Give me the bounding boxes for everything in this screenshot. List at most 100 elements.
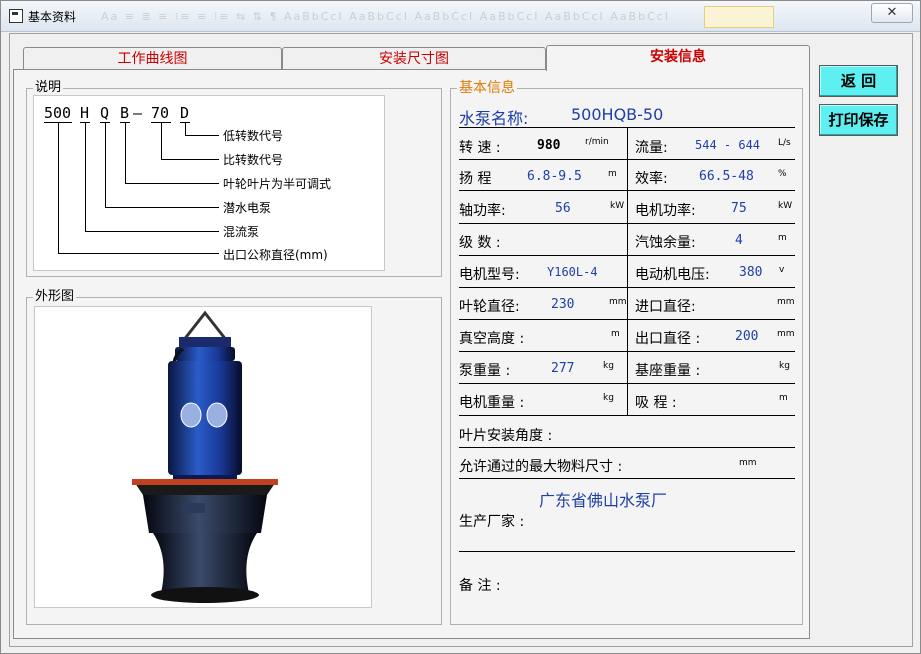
divider xyxy=(459,551,795,552)
max-particle-unit: mm xyxy=(739,458,757,468)
npsh-label: 汽蚀余量: xyxy=(635,235,696,251)
leader-d xyxy=(185,123,186,135)
leader-70-h xyxy=(161,159,219,160)
code-part-h: H xyxy=(80,104,90,122)
flow-label: 流量: xyxy=(635,140,668,156)
efficiency-label: 效率: xyxy=(635,171,668,187)
basic-info-title: 基本信息 xyxy=(457,80,517,96)
leader-500 xyxy=(58,123,59,253)
npsh-value: 4 xyxy=(735,233,743,248)
divider xyxy=(459,190,795,191)
leader-b-h xyxy=(125,183,219,184)
motor-weight-unit: kg xyxy=(603,393,614,403)
remark-label: 备 注 : xyxy=(459,578,501,594)
efficiency-unit: % xyxy=(778,169,787,179)
code-desc-outlet-diameter: 出口公称直径(mm) xyxy=(223,248,328,262)
close-button[interactable]: ✕ xyxy=(871,3,913,23)
suction-unit: m xyxy=(779,393,788,403)
divider xyxy=(459,447,795,448)
divider xyxy=(459,159,795,160)
pump-image xyxy=(34,306,372,608)
code-part-70: 70 xyxy=(151,104,170,122)
motor-model-value: Y160L-4 xyxy=(547,265,598,279)
explain-group: 说明 500 H Q B — 70 D 低转数代号 比转数代号 叶轮叶片为半可调… xyxy=(26,80,442,277)
vacuum-height-label: 真空高度 : xyxy=(459,331,525,347)
tab-install-dimensions[interactable]: 安装尺寸图 xyxy=(282,47,546,70)
speed-unit: r/min xyxy=(585,137,609,147)
divider xyxy=(459,351,795,352)
code-desc-submersible: 潜水电泵 xyxy=(223,201,272,215)
leader-h-h xyxy=(85,231,219,232)
inlet-diameter-unit: mm xyxy=(777,297,795,307)
impeller-diameter-unit: mm xyxy=(609,297,627,307)
app-icon xyxy=(9,9,23,23)
pump-weight-unit: kg xyxy=(603,361,614,371)
title-bar[interactable]: 基本资料 Aa ≡ ≣ ≡ ⁝≡ ≡ ⁝≡ ⇆ ⇅ ¶ AaBbCcI AaBb… xyxy=(1,1,920,32)
pump-weight-value: 277 xyxy=(551,361,575,376)
base-weight-unit: kg xyxy=(779,361,790,371)
code-desc-specific-speed: 比转数代号 xyxy=(223,153,284,167)
manufacturer-label: 生产厂家 : xyxy=(459,514,525,530)
head-value: 6.8-9.5 xyxy=(527,169,582,184)
npsh-unit: m xyxy=(778,233,787,243)
leader-500-h xyxy=(58,253,219,254)
divider xyxy=(459,383,795,384)
outlet-diameter-label: 出口直径 : xyxy=(635,331,701,347)
basic-info-group: 基本信息 水泵名称: 500HQB-50 转 速 : 980 r/min 流量:… xyxy=(450,80,803,625)
divider xyxy=(459,255,795,256)
code-part-b: B xyxy=(120,104,130,122)
code-part-500: 500 xyxy=(44,104,72,122)
divider xyxy=(459,478,795,479)
shaft-power-label: 轴功率: xyxy=(459,203,506,219)
head-label: 扬 程 xyxy=(459,171,492,187)
divider xyxy=(459,223,795,224)
motor-power-value: 75 xyxy=(731,201,747,216)
blade-angle-label: 叶片安装角度 : xyxy=(459,428,553,444)
code-desc-low-speed: 低转数代号 xyxy=(223,129,284,143)
divider xyxy=(459,319,795,320)
tab-work-curve[interactable]: 工作曲线图 xyxy=(23,47,282,70)
motor-voltage-value: 380 xyxy=(739,265,763,280)
divider xyxy=(459,287,795,288)
tab-install-info[interactable]: 安装信息 xyxy=(546,45,810,71)
motor-model-label: 电机型号: xyxy=(459,267,520,283)
column-divider xyxy=(627,128,628,415)
main-window: 基本资料 Aa ≡ ≣ ≡ ⁝≡ ≡ ⁝≡ ⇆ ⇅ ¶ AaBbCcI AaBb… xyxy=(0,0,921,654)
efficiency-value: 66.5-48 xyxy=(699,169,754,184)
code-desc-mixed-flow: 混流泵 xyxy=(223,225,260,239)
outlet-diameter-value: 200 xyxy=(735,329,759,344)
model-code-diagram: 500 H Q B — 70 D 低转数代号 比转数代号 叶轮叶片为半可调式 潜… xyxy=(33,95,385,271)
pump-illustration xyxy=(132,310,278,603)
flow-value: 544 - 644 xyxy=(695,138,761,152)
appearance-group: 外形图 xyxy=(26,289,442,625)
window-title: 基本资料 xyxy=(28,10,77,24)
leader-d-h xyxy=(185,135,219,136)
code-part-d: D xyxy=(180,104,190,122)
speed-value: 980 xyxy=(537,138,561,153)
background-ribbon-highlight xyxy=(704,6,774,28)
max-particle-label: 允许通过的最大物料尺寸 : xyxy=(459,459,623,475)
code-part-dash: — xyxy=(133,104,143,122)
impeller-diameter-value: 230 xyxy=(551,297,575,312)
suction-label: 吸 程 : xyxy=(635,395,677,411)
background-ribbon-ghost: Aa ≡ ≣ ≡ ⁝≡ ≡ ⁝≡ ⇆ ⇅ ¶ AaBbCcI AaBbCcI A… xyxy=(101,10,671,23)
motor-power-label: 电机功率: xyxy=(635,203,696,219)
motor-voltage-unit: v xyxy=(779,265,785,275)
back-button[interactable]: 返 回 xyxy=(819,65,898,97)
speed-label: 转 速 : xyxy=(459,140,501,156)
appearance-group-title: 外形图 xyxy=(33,289,77,305)
motor-power-unit: kW xyxy=(778,201,793,211)
code-part-q: Q xyxy=(100,104,110,122)
motor-voltage-label: 电动机电压: xyxy=(635,267,710,283)
print-save-button[interactable]: 打印保存 xyxy=(819,104,898,136)
flow-unit: L/s xyxy=(778,138,791,148)
leader-q xyxy=(105,123,106,207)
base-weight-label: 基座重量 : xyxy=(635,363,701,379)
pump-name-label: 水泵名称: xyxy=(459,109,529,128)
motor-weight-label: 电机重量 : xyxy=(459,395,525,411)
stages-label: 级 数 : xyxy=(459,235,501,251)
leader-q-h xyxy=(105,207,219,208)
shaft-power-value: 56 xyxy=(555,201,571,216)
inlet-diameter-label: 进口直径: xyxy=(635,299,696,315)
impeller-diameter-label: 叶轮直径: xyxy=(459,299,520,315)
